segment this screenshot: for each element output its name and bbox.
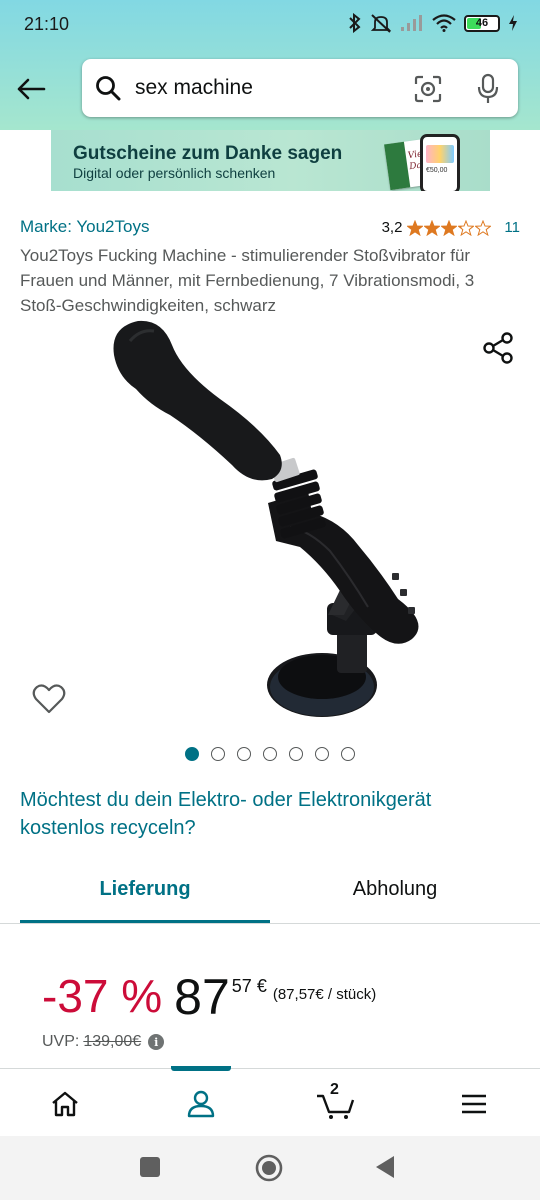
- fulfillment-tabs: Lieferung Abholung: [0, 862, 540, 924]
- nav-cart[interactable]: 2: [315, 1081, 355, 1122]
- heart-icon: [32, 684, 66, 714]
- recycle-link[interactable]: Möchtest du dein Elektro- oder Elektroni…: [20, 786, 500, 842]
- nav-active-indicator: [171, 1066, 231, 1071]
- rating-value: 3,2: [381, 219, 403, 236]
- silent-icon: [370, 14, 392, 33]
- phone-screen: [426, 145, 454, 163]
- tab-pickup[interactable]: Abholung: [270, 878, 520, 901]
- charging-icon: [509, 15, 517, 31]
- carousel-dot[interactable]: [263, 747, 277, 761]
- star-icon: [475, 219, 492, 236]
- carousel-dot[interactable]: [315, 747, 329, 761]
- app-header: 21:10 46 sex machine: [0, 0, 540, 130]
- back-button[interactable]: [14, 72, 48, 106]
- image-carousel-dots: [185, 747, 355, 761]
- uvp-label: UVP:: [42, 1033, 80, 1050]
- gift-card-banner[interactable]: Gutscheine zum Danke sagen Digital oder …: [51, 130, 490, 191]
- home-icon: [52, 1091, 78, 1117]
- status-icons: 46: [348, 13, 518, 33]
- star-icon: [424, 219, 441, 236]
- uvp-row: UVP: 139,00€ i: [42, 1033, 165, 1051]
- system-navigation-bar: [0, 1136, 540, 1200]
- tab-active-indicator: [20, 920, 270, 923]
- product-rating[interactable]: 3,2 11: [382, 219, 520, 236]
- battery-icon: 46: [464, 14, 500, 32]
- share-button[interactable]: [482, 331, 514, 370]
- nav-home[interactable]: [45, 1086, 85, 1122]
- search-bar[interactable]: sex machine: [82, 59, 518, 117]
- star-icon: [407, 219, 424, 236]
- carousel-dot[interactable]: [341, 747, 355, 761]
- share-icon: [483, 332, 513, 364]
- system-home-button[interactable]: [255, 1154, 283, 1182]
- battery-level: 46: [475, 17, 489, 29]
- carousel-dot[interactable]: [185, 747, 199, 761]
- price-block: -37 % 87 57 € (87,57€ / stück): [42, 968, 376, 1026]
- nav-menu[interactable]: [454, 1086, 494, 1122]
- star-icon: [441, 219, 458, 236]
- nav-account[interactable]: [181, 1086, 221, 1122]
- bottom-navigation: 2: [0, 1066, 540, 1136]
- search-icon[interactable]: [95, 75, 121, 101]
- info-icon[interactable]: i: [148, 1034, 165, 1050]
- banner-subtitle: Digital oder persönlich schenken: [73, 165, 276, 181]
- price-fraction: 57 €: [231, 976, 267, 996]
- account-icon: [187, 1090, 215, 1118]
- tab-delivery[interactable]: Lieferung: [20, 878, 270, 901]
- back-arrow-icon: [17, 78, 46, 100]
- price-whole: 87: [174, 969, 230, 1025]
- bluetooth-icon: [349, 13, 361, 33]
- search-input[interactable]: sex machine: [135, 76, 253, 100]
- product-title: You2Toys Fucking Machine - stimulierende…: [20, 246, 475, 315]
- phone-price: €50,00: [426, 167, 448, 174]
- status-bar: 21:10 46: [0, 0, 540, 50]
- phone-image: €50,00: [420, 134, 460, 191]
- banner-title: Gutscheine zum Danke sagen: [73, 143, 343, 164]
- unit-price: (87,57€ / stück): [272, 986, 377, 1003]
- menu-icon: [462, 1094, 486, 1114]
- discount-percentage: -37 %: [42, 970, 163, 1022]
- signal-icon: [401, 15, 422, 31]
- wishlist-button[interactable]: [32, 683, 66, 720]
- cart-count: 2: [330, 1081, 339, 1098]
- system-back-button[interactable]: [374, 1154, 396, 1180]
- product-image[interactable]: [100, 315, 440, 725]
- star-icon: [458, 219, 475, 236]
- microphone-icon[interactable]: [476, 73, 500, 105]
- camera-lens-icon[interactable]: [414, 75, 442, 103]
- gift-card-stripe: [384, 141, 411, 191]
- recent-apps-button[interactable]: [140, 1157, 160, 1177]
- carousel-dot[interactable]: [237, 747, 251, 761]
- carousel-dot[interactable]: [289, 747, 303, 761]
- uvp-value: 139,00€: [83, 1033, 142, 1050]
- carousel-dot[interactable]: [211, 747, 225, 761]
- status-time: 21:10: [24, 14, 70, 34]
- rating-stars: [407, 219, 492, 236]
- rating-count[interactable]: 11: [504, 219, 520, 236]
- wifi-icon: [432, 14, 456, 32]
- brand-link[interactable]: Marke: You2Toys: [20, 217, 149, 237]
